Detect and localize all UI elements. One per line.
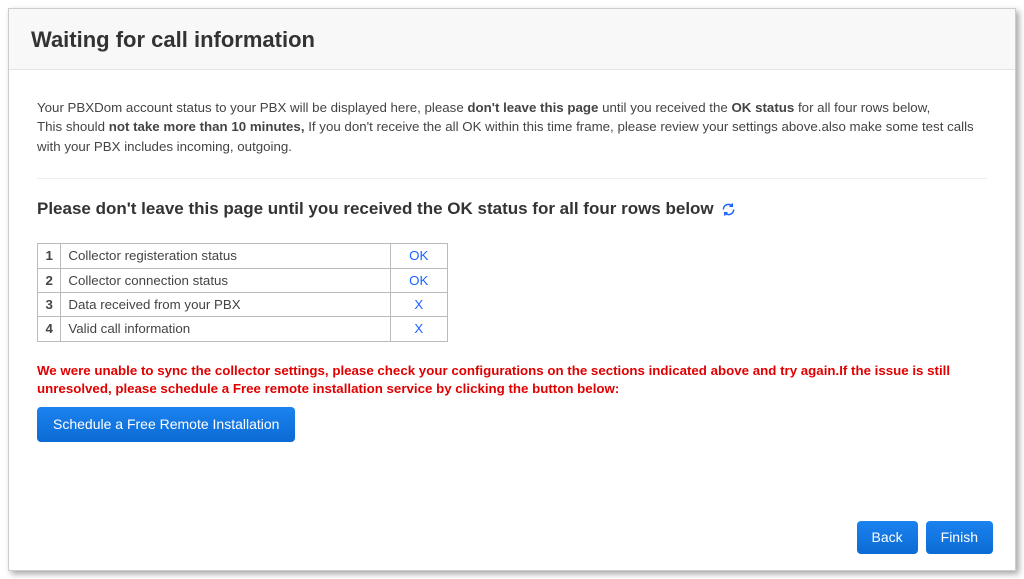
status-table: 1 Collector registeration status OK 2 Co… — [37, 243, 448, 341]
row-label: Valid call information — [61, 317, 390, 341]
row-status: X — [390, 317, 447, 341]
modal-dialog: Waiting for call information Your PBXDom… — [8, 8, 1016, 571]
schedule-remote-install-button[interactable]: Schedule a Free Remote Installation — [37, 407, 295, 442]
table-row: 2 Collector connection status OK — [38, 268, 448, 292]
back-button[interactable]: Back — [857, 521, 918, 554]
row-number: 3 — [38, 292, 61, 316]
refresh-icon[interactable] — [721, 202, 736, 217]
row-number: 4 — [38, 317, 61, 341]
intro-text-fragment: This should — [37, 119, 109, 134]
status-heading-text: Please don't leave this page until you r… — [37, 199, 714, 218]
table-row: 3 Data received from your PBX X — [38, 292, 448, 316]
status-heading: Please don't leave this page until you r… — [37, 197, 987, 222]
modal-header: Waiting for call information — [9, 9, 1015, 70]
error-message: We were unable to sync the collector set… — [37, 362, 987, 399]
intro-text: Your PBXDom account status to your PBX w… — [37, 98, 987, 179]
intro-text-fragment: Your PBXDom account status to your PBX w… — [37, 100, 467, 115]
table-row: 4 Valid call information X — [38, 317, 448, 341]
intro-bold: OK status — [731, 100, 794, 115]
row-number: 1 — [38, 244, 61, 268]
row-status: X — [390, 292, 447, 316]
table-row: 1 Collector registeration status OK — [38, 244, 448, 268]
row-status: OK — [390, 244, 447, 268]
modal-footer: Back Finish — [9, 511, 1015, 570]
row-label: Collector registeration status — [61, 244, 390, 268]
intro-text-fragment: for all four rows below, — [794, 100, 930, 115]
intro-bold: don't leave this page — [467, 100, 598, 115]
finish-button[interactable]: Finish — [926, 521, 993, 554]
row-label: Data received from your PBX — [61, 292, 390, 316]
row-status: OK — [390, 268, 447, 292]
page-title: Waiting for call information — [31, 27, 993, 53]
row-number: 2 — [38, 268, 61, 292]
row-label: Collector connection status — [61, 268, 390, 292]
intro-bold: not take more than 10 minutes, — [109, 119, 305, 134]
modal-body[interactable]: Your PBXDom account status to your PBX w… — [9, 70, 1015, 511]
intro-text-fragment: until you received the — [598, 100, 731, 115]
